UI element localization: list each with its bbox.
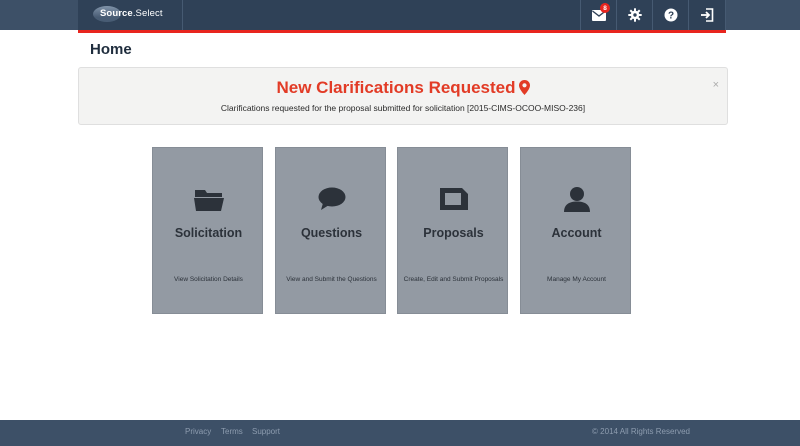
settings-button[interactable]	[616, 0, 653, 30]
tile-icon-wrap	[398, 184, 509, 214]
footer-link-privacy[interactable]: Privacy	[185, 427, 211, 436]
alert-title: New Clarifications Requested	[79, 78, 727, 98]
tile-account[interactable]: Account Manage My Account	[520, 147, 631, 314]
map-marker-icon	[518, 80, 530, 95]
tile-proposals[interactable]: Proposals Create, Edit and Submit Propos…	[397, 147, 508, 314]
alert-title-text: New Clarifications Requested	[276, 78, 516, 97]
tile-subtitle: Manage My Account	[547, 276, 606, 283]
gear-icon	[628, 8, 642, 22]
comment-icon	[318, 187, 345, 210]
accent-bar	[78, 30, 726, 33]
logo-text: Source.Select	[100, 8, 163, 19]
clarifications-alert: New Clarifications Requested Clarificati…	[78, 67, 728, 125]
tile-subtitle: Create, Edit and Submit Proposals	[403, 276, 504, 283]
svg-text:?: ?	[668, 11, 674, 22]
top-navbar: Source.Select 8 ?	[0, 0, 800, 30]
sign-out-icon	[701, 8, 714, 22]
tile-subtitle: View and Submit the Questions	[286, 276, 377, 283]
folder-icon	[193, 190, 224, 211]
user-icon	[563, 187, 590, 212]
footer-link-terms[interactable]: Terms	[221, 427, 243, 436]
help-button[interactable]: ?	[652, 0, 689, 30]
footer-link-support[interactable]: Support	[252, 427, 280, 436]
mail-badge: 8	[600, 3, 610, 13]
alert-close-button[interactable]: ×	[713, 79, 719, 91]
tile-icon-wrap	[521, 184, 632, 214]
question-icon: ?	[664, 8, 678, 22]
tile-subtitle: View Solicitation Details	[174, 276, 243, 283]
app-logo[interactable]: Source.Select	[86, 0, 183, 30]
page-title: Home	[90, 41, 132, 58]
tile-title: Questions	[300, 226, 363, 240]
tile-icon-wrap	[276, 184, 387, 214]
tile-icon-wrap	[153, 184, 264, 214]
messages-button[interactable]: 8	[580, 0, 617, 30]
footer: Privacy Terms Support © 2014 All Rights …	[0, 420, 800, 446]
tile-title: Proposals	[423, 226, 484, 240]
alert-message: Clarifications requested for the proposa…	[220, 103, 586, 113]
copyright: © 2014 All Rights Reserved	[592, 427, 690, 436]
tile-solicitation[interactable]: Solicitation View Solicitation Details	[152, 147, 263, 314]
proposal-icon	[439, 188, 468, 210]
tile-title: Solicitation	[174, 226, 243, 240]
sign-out-button[interactable]	[688, 0, 726, 30]
tile-questions[interactable]: Questions View and Submit the Questions	[275, 147, 386, 314]
tile-title: Account	[551, 226, 602, 240]
